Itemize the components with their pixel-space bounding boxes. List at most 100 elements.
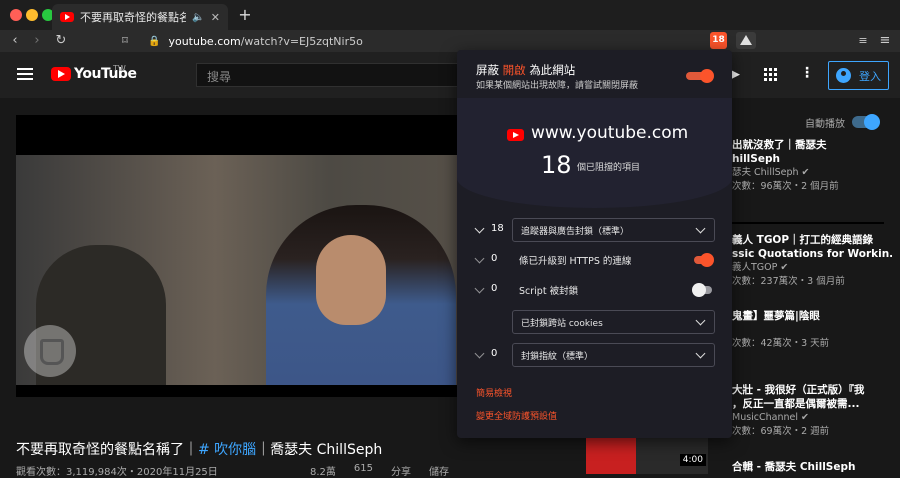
ads-trackers-select[interactable]: 追蹤器與廣告封鎖（標準） <box>512 218 715 242</box>
video-duration-badge: 4:00 <box>679 454 706 466</box>
cookies-row: 已封鎖跨站 cookies <box>457 310 732 334</box>
youtube-logo-icon[interactable] <box>51 67 71 81</box>
lock-icon: 🔒 <box>148 35 161 47</box>
apps-grid-icon[interactable] <box>764 68 777 81</box>
scripts-label: Script 被封鎖 <box>519 286 579 297</box>
related-video-1-meta: 瑟夫 ChillSeph ✔ 次數：96萬次・2 個月前 <box>732 166 892 194</box>
scripts-count: 0 <box>491 283 498 294</box>
related-separator <box>720 222 884 224</box>
video-title-prefix: 不要再取奇怪的餐點名稱了｜ <box>16 442 198 458</box>
fingerprinting-select[interactable]: 封鎖指紋（標準） <box>512 343 715 367</box>
https-upgrade-toggle[interactable] <box>694 253 714 267</box>
brave-shields-icon[interactable]: 18 <box>710 32 727 49</box>
related-channel <box>732 323 892 337</box>
video-figure-face <box>316 235 386 325</box>
shields-panel: 屏蔽 開啟 為此網站 如果某個網站出現故障，請嘗試關閉屏蔽 www.youtub… <box>457 50 732 438</box>
video-actions: 8.2萬 615 分享 儲存 <box>310 463 550 478</box>
search-input[interactable]: 搜尋 <box>196 63 458 87</box>
chevron-down-icon[interactable] <box>474 348 485 359</box>
fingerprinting-count: 0 <box>491 348 498 359</box>
shields-status-heading: 屏蔽 開啟 為此網站 <box>476 62 575 78</box>
related-video-2[interactable]: 義人 TGOP｜打工的經典語錄 ssic Quotations for Work… <box>732 233 892 289</box>
youtube-logo-text[interactable]: YouTube <box>74 66 137 82</box>
close-window-icon[interactable] <box>10 9 22 21</box>
address-bar[interactable]: 🔒 youtube.com /watch?v=EJ5zqtNir5o <box>140 32 715 50</box>
video-title: 不要再取奇怪的餐點名稱了｜# 吹你腦｜喬瑟夫 ChillSeph <box>16 439 382 459</box>
tab-title: 不要再取奇怪的餐點名稱了｜ <box>80 11 187 24</box>
video-hashtag-link[interactable]: # 吹你腦 <box>198 442 256 458</box>
sign-in-label: 登入 <box>859 69 881 83</box>
browser-tab[interactable]: 不要再取奇怪的餐點名稱了｜ 🔈 ✕ <box>52 4 228 30</box>
account-icon <box>836 68 851 83</box>
related-video-3[interactable]: 鬼畫】噩夢篇|陰眼 次數：42萬次・3 天前 <box>732 309 892 351</box>
new-tab-button[interactable]: + <box>236 5 254 24</box>
chevron-down-icon[interactable] <box>474 253 485 264</box>
youtube-header: YouTube TW 搜尋 ▶ ⋮ 登入 <box>0 52 900 98</box>
related-channel: 義人TGOP ✔ <box>732 262 789 273</box>
like-button[interactable]: 8.2萬 <box>310 463 336 478</box>
related-video-1[interactable]: 出就沒救了｜喬瑟夫 hillSeph <box>732 138 892 166</box>
tab-bar: 不要再取奇怪的餐點名稱了｜ 🔈 ✕ + <box>0 0 900 30</box>
url-path: /watch?v=EJ5zqtNir5o <box>240 34 363 48</box>
dislike-button[interactable]: 615 <box>354 463 373 478</box>
video-meta: 觀看次數：3,119,984次・2020年11月25日 <box>16 467 218 478</box>
global-defaults-link[interactable]: 變更全域防護預設值 <box>476 409 557 422</box>
bookmark-icon[interactable]: ⌑ <box>116 33 134 49</box>
playlist-icon[interactable]: ≡ <box>854 33 872 49</box>
share-button[interactable]: 分享 <box>391 463 411 478</box>
chevron-down-icon[interactable] <box>474 223 485 234</box>
related-title: 出就沒救了｜喬瑟夫 <box>732 139 827 151</box>
reload-icon[interactable]: ↻ <box>52 33 70 49</box>
blocked-label: 個已阻擋的項目 <box>577 163 641 173</box>
related-title-line2: ，反正一直都是偶爾被需... <box>732 398 860 410</box>
related-stats: 次數：96萬次・2 個月前 <box>732 181 839 192</box>
tab-close-icon[interactable]: ✕ <box>211 11 220 24</box>
channel-watermark-icon[interactable] <box>24 325 76 377</box>
navigation-bar: ‹ › ↻ ⌑ 🔒 youtube.com /watch?v=EJ5zqtNir… <box>0 30 900 52</box>
video-title-suffix: ｜喬瑟夫 ChillSeph <box>256 442 383 458</box>
site-summary-area <box>457 98 732 208</box>
related-video-5[interactable]: 合輯 - 喬瑟夫 ChillSeph <box>732 460 892 474</box>
more-options-icon[interactable]: ⋮ <box>800 65 814 81</box>
related-video-thumbnail[interactable]: 4:00 <box>586 435 708 474</box>
cookies-select[interactable]: 已封鎖跨站 cookies <box>512 310 715 334</box>
scripts-toggle[interactable] <box>692 283 712 297</box>
related-stats: 次數：42萬次・3 天前 <box>732 338 830 349</box>
heading-prefix: 屏蔽 <box>476 63 499 77</box>
related-title: 合輯 - 喬瑟夫 ChillSeph <box>732 461 856 473</box>
related-video-4[interactable]: 大壯 - 我很好（正式版）『我 ，反正一直都是偶爾被需... MusicChan… <box>732 383 892 439</box>
ads-trackers-row: 18 追蹤器與廣告封鎖（標準） <box>457 218 732 242</box>
url-host: youtube.com <box>168 34 241 48</box>
related-channel: MusicChannel ✔ <box>732 412 810 423</box>
brave-rewards-icon[interactable] <box>736 32 756 49</box>
sign-in-button[interactable]: 登入 <box>828 61 889 90</box>
related-title-line2: hillSeph <box>732 153 780 165</box>
autoplay-toggle[interactable] <box>852 114 880 130</box>
heading-suffix: 為此網站 <box>529 63 576 77</box>
related-stats: 次數：237萬次・3 個月前 <box>732 276 845 287</box>
scripts-row: 0 Script 被封鎖 <box>457 278 732 302</box>
related-title: 大壯 - 我很好（正式版）『我 <box>732 384 865 396</box>
shields-subtitle: 如果某個網站出現故障，請嘗試關閉屏蔽 <box>476 81 639 91</box>
blocked-count: 18 <box>541 151 572 179</box>
heading-state: 開啟 <box>502 63 526 77</box>
hamburger-menu-icon[interactable] <box>17 68 33 80</box>
youtube-page: YouTube TW 搜尋 ▶ ⋮ 登入 不要再取奇怪的餐點名稱了｜# 吹你腦｜… <box>0 52 900 478</box>
fingerprinting-row: 0 封鎖指紋（標準） <box>457 343 732 367</box>
browser-menu-icon[interactable]: ≡ <box>876 33 894 49</box>
related-title: 鬼畫】噩夢篇|陰眼 <box>732 310 820 322</box>
site-favicon-icon <box>507 129 524 141</box>
related-title-line2: ssic Quotations for Workin... <box>732 248 892 260</box>
minimize-window-icon[interactable] <box>26 9 38 21</box>
chevron-down-icon[interactable] <box>474 283 485 294</box>
related-channel: 瑟夫 ChillSeph ✔ <box>732 167 810 178</box>
https-upgrade-label: 條已升級到 HTTPS 的連線 <box>519 256 632 267</box>
speaker-icon[interactable]: 🔈 <box>192 12 204 23</box>
forward-icon[interactable]: › <box>28 33 46 49</box>
save-button[interactable]: 儲存 <box>429 463 449 478</box>
simple-view-link[interactable]: 簡易檢視 <box>476 386 512 399</box>
back-icon[interactable]: ‹ <box>6 33 24 49</box>
ads-trackers-count: 18 <box>491 223 504 234</box>
https-upgrade-count: 0 <box>491 253 498 264</box>
shields-master-toggle[interactable] <box>686 69 714 83</box>
